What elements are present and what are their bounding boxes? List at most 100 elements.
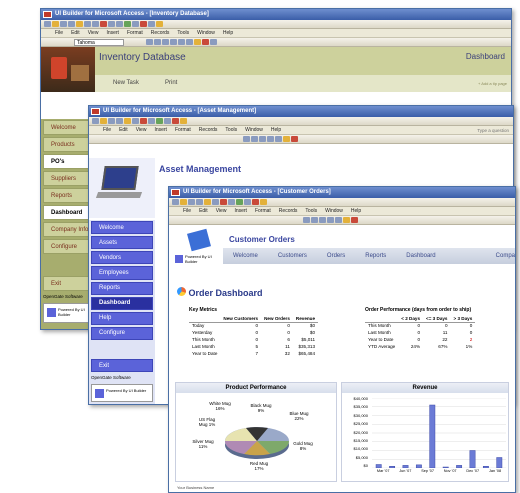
- toolbar-delete-icon[interactable]: [252, 199, 259, 205]
- sidebar-item-dashboard[interactable]: Dashboard: [43, 205, 93, 220]
- menu-insert[interactable]: Insert: [106, 30, 119, 36]
- sidebar-item-dashboard[interactable]: Dashboard: [91, 296, 153, 310]
- line-color-icon[interactable]: [210, 39, 217, 45]
- sidebar-item-exit[interactable]: Exit: [43, 276, 93, 291]
- tab-reports[interactable]: Reports: [365, 253, 386, 259]
- print-button[interactable]: Print: [165, 80, 177, 86]
- menu-view[interactable]: View: [88, 30, 99, 36]
- menu-tools[interactable]: Tools: [225, 127, 237, 133]
- sidebar-item-assets[interactable]: Assets: [91, 236, 153, 250]
- menu-tools[interactable]: Tools: [177, 30, 189, 36]
- new-task-button[interactable]: New Task: [113, 80, 139, 86]
- align-left-icon[interactable]: [267, 136, 274, 142]
- italic-icon[interactable]: [154, 39, 161, 45]
- sidebar-item-products[interactable]: Products: [43, 137, 93, 152]
- sidebar-item-pos[interactable]: PO's: [43, 154, 93, 169]
- menu-insert[interactable]: Insert: [234, 208, 247, 214]
- underline-icon[interactable]: [162, 39, 169, 45]
- toolbar-print-icon[interactable]: [188, 199, 195, 205]
- align-center-icon[interactable]: [335, 217, 342, 223]
- sidebar-item-reports[interactable]: Reports: [91, 281, 153, 295]
- align-center-icon[interactable]: [275, 136, 282, 142]
- font-color-icon[interactable]: [291, 136, 298, 142]
- toolbar-view-icon[interactable]: [172, 199, 179, 205]
- toolbar-sort-icon[interactable]: [148, 118, 155, 124]
- toolbar-undo-icon[interactable]: [220, 199, 227, 205]
- menu-file[interactable]: File: [103, 127, 111, 133]
- fill-color-icon[interactable]: [194, 39, 201, 45]
- menu-tools[interactable]: Tools: [305, 208, 317, 214]
- italic-icon[interactable]: [251, 136, 258, 142]
- toolbar-copy-icon[interactable]: [212, 199, 219, 205]
- menu-view[interactable]: View: [216, 208, 227, 214]
- align-right-icon[interactable]: [186, 39, 193, 45]
- toolbar-preview-icon[interactable]: [116, 118, 123, 124]
- menu-records[interactable]: Records: [279, 208, 298, 214]
- toolbar-find-icon[interactable]: [124, 21, 131, 27]
- sidebar-item-exit[interactable]: Exit: [91, 359, 153, 373]
- toolbar-sort-icon[interactable]: [108, 21, 115, 27]
- align-left-icon[interactable]: [327, 217, 334, 223]
- tab-welcome[interactable]: Welcome: [233, 253, 258, 259]
- bold-icon[interactable]: [146, 39, 153, 45]
- menu-file[interactable]: File: [55, 30, 63, 36]
- menu-window[interactable]: Window: [197, 30, 215, 36]
- menu-help[interactable]: Help: [223, 30, 233, 36]
- toolbar-save-icon[interactable]: [100, 118, 107, 124]
- font-select[interactable]: Tahoma: [74, 38, 124, 46]
- bold-icon[interactable]: [303, 217, 310, 223]
- sidebar-item-welcome[interactable]: Welcome: [43, 120, 93, 135]
- toolbar-help-icon[interactable]: [260, 199, 267, 205]
- toolbar-sort-icon[interactable]: [228, 199, 235, 205]
- toolbar-db-icon[interactable]: [148, 21, 155, 27]
- menu-format[interactable]: Format: [127, 30, 143, 36]
- toolbar-print-icon[interactable]: [60, 21, 67, 27]
- sidebar-item-configure[interactable]: Configure: [43, 239, 93, 254]
- toolbar-cut-icon[interactable]: [204, 199, 211, 205]
- sidebar-item-vendors[interactable]: Vendors: [91, 251, 153, 265]
- tab-dashboard[interactable]: Dashboard: [406, 253, 435, 259]
- menu-window[interactable]: Window: [245, 127, 263, 133]
- underline-icon[interactable]: [319, 217, 326, 223]
- menu-help[interactable]: Help: [351, 208, 361, 214]
- toolbar-cut-icon[interactable]: [76, 21, 83, 27]
- fill-color-icon[interactable]: [343, 217, 350, 223]
- toolbar-delete-icon[interactable]: [140, 21, 147, 27]
- menu-help[interactable]: Help: [271, 127, 281, 133]
- tip-link[interactable]: + Add a tip page: [478, 81, 507, 86]
- toolbar-new-icon[interactable]: [164, 118, 171, 124]
- toolbar-find-icon[interactable]: [156, 118, 163, 124]
- sidebar-item-employees[interactable]: Employees: [91, 266, 153, 280]
- sidebar-item-help[interactable]: Help: [91, 311, 153, 325]
- toolbar-delete-icon[interactable]: [172, 118, 179, 124]
- sidebar-item-company-info[interactable]: Company Info: [43, 222, 93, 237]
- toolbar-save-icon[interactable]: [52, 21, 59, 27]
- menu-records[interactable]: Records: [199, 127, 218, 133]
- align-left-icon[interactable]: [170, 39, 177, 45]
- toolbar-preview-icon[interactable]: [68, 21, 75, 27]
- toolbar-copy-icon[interactable]: [84, 21, 91, 27]
- toolbar-cut-icon[interactable]: [124, 118, 131, 124]
- menu-format[interactable]: Format: [175, 127, 191, 133]
- toolbar-help-icon[interactable]: [156, 21, 163, 27]
- toolbar-filter-icon[interactable]: [116, 21, 123, 27]
- menu-edit[interactable]: Edit: [119, 127, 128, 133]
- toolbar-copy-icon[interactable]: [132, 118, 139, 124]
- toolbar-preview-icon[interactable]: [196, 199, 203, 205]
- sidebar-item-suppliers[interactable]: Suppliers: [43, 171, 93, 186]
- menu-edit[interactable]: Edit: [71, 30, 80, 36]
- toolbar-save-icon[interactable]: [180, 199, 187, 205]
- toolbar-new-icon[interactable]: [244, 199, 251, 205]
- bold-icon[interactable]: [243, 136, 250, 142]
- toolbar-undo-icon[interactable]: [100, 21, 107, 27]
- tab-orders[interactable]: Orders: [327, 253, 345, 259]
- menu-format[interactable]: Format: [255, 208, 271, 214]
- toolbar-help-icon[interactable]: [180, 118, 187, 124]
- menu-insert[interactable]: Insert: [154, 127, 167, 133]
- tab-customers[interactable]: Customers: [278, 253, 307, 259]
- font-color-icon[interactable]: [351, 217, 358, 223]
- menu-view[interactable]: View: [136, 127, 147, 133]
- toolbar-paste-icon[interactable]: [92, 21, 99, 27]
- menu-window[interactable]: Window: [325, 208, 343, 214]
- fill-color-icon[interactable]: [283, 136, 290, 142]
